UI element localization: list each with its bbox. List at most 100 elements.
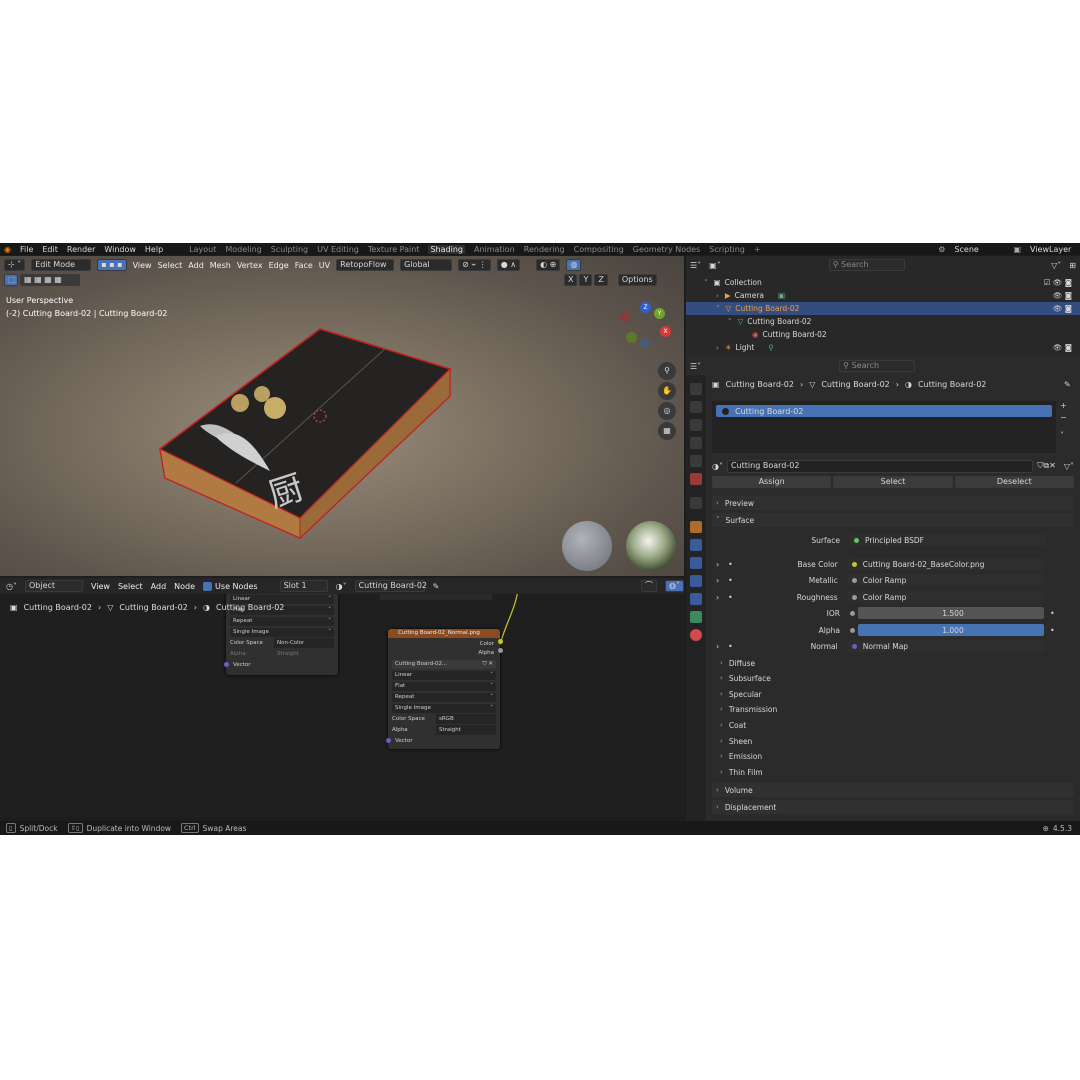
breadcrumb-mesh[interactable]: Cutting Board-02	[119, 603, 187, 612]
material-browse-icon[interactable]: ◑˅	[712, 462, 723, 471]
material-name-input[interactable]: Cutting Board-02	[726, 459, 1034, 473]
expand-chevron-icon[interactable]: ›	[716, 576, 728, 585]
visibility-icons[interactable]: 👁 ◙	[1053, 291, 1072, 300]
subpanel-sheen[interactable]: › Sheen	[720, 734, 752, 748]
menu-uv[interactable]: UV	[319, 261, 330, 270]
node2-projection[interactable]: Flat ˅	[392, 682, 496, 691]
node1-extension[interactable]: Repeat ˅	[230, 617, 334, 626]
ortho-grid-icon[interactable]: ▦	[658, 422, 676, 440]
expand-chevron-icon[interactable]: ›	[716, 642, 728, 651]
menu-file[interactable]: File	[20, 245, 33, 254]
node2-interpolation[interactable]: Linear ˅	[392, 671, 496, 680]
options-button[interactable]: Options	[617, 274, 657, 286]
normal-field[interactable]: Normal Map	[847, 640, 1044, 652]
node1-source[interactable]: Single Image ˅	[230, 628, 334, 637]
menu-add[interactable]: Add	[151, 582, 167, 591]
gizmo-z[interactable]: Z	[640, 302, 651, 313]
outliner-mesh-data[interactable]: ˅ ▽ Cutting Board-02	[686, 315, 1080, 328]
material-tab-icon[interactable]	[690, 629, 702, 641]
shader-type-select[interactable]: Object	[24, 580, 83, 592]
assign-button[interactable]: Assign	[712, 475, 832, 488]
filter-icon[interactable]: ▽˅	[1051, 261, 1061, 270]
mirror-x[interactable]: X	[564, 274, 578, 286]
keyframe-dot-icon[interactable]: •	[1050, 609, 1055, 618]
node2-alpha[interactable]: Straight	[436, 725, 496, 735]
breadcrumb-object[interactable]: Cutting Board-02	[24, 603, 92, 612]
view-layer-tab-icon[interactable]	[690, 437, 702, 449]
volume-panel-header[interactable]: › Volume	[712, 783, 1074, 797]
image-texture-node-normal[interactable]: Cutting Board-02_Normal.png Color Alpha …	[386, 629, 503, 749]
pivot-snap-icons[interactable]: ⊘ ⌁ ⋮	[458, 259, 491, 271]
scene-name[interactable]: Scene	[954, 245, 1004, 254]
metallic-field[interactable]: Color Ramp	[847, 574, 1044, 586]
material-slot-item[interactable]: Cutting Board-02	[716, 405, 1052, 417]
alpha-field[interactable]: 1.000	[858, 624, 1044, 636]
output-tab-icon[interactable]	[690, 419, 702, 431]
constraints-tab-icon[interactable]	[690, 593, 702, 605]
color-socket-icon[interactable]	[498, 639, 503, 644]
pin-icon[interactable]: ✎	[433, 582, 440, 591]
editor-type-icon[interactable]: ☰˅	[690, 362, 701, 371]
camera-view-icon[interactable]: ◎	[658, 402, 676, 420]
scene-tab-icon[interactable]	[690, 455, 702, 467]
add-workspace-icon[interactable]: +	[754, 245, 761, 254]
transform-orientation-select[interactable]: Global	[400, 259, 453, 271]
vector-socket-icon[interactable]	[386, 738, 391, 743]
base-color-field[interactable]: Cutting Board-02_BaseColor.png	[847, 558, 1044, 570]
view-layer-name[interactable]: ViewLayer	[1030, 245, 1080, 254]
tab-layout[interactable]: Layout	[189, 245, 216, 254]
node-tree-icon[interactable]: ▽˅	[1064, 462, 1074, 471]
shading-icon[interactable]: ◍	[566, 259, 582, 271]
node2-header[interactable]: Cutting Board-02_Normal.png	[388, 629, 500, 638]
tab-rendering[interactable]: Rendering	[524, 245, 565, 254]
expand-chevron-icon[interactable]: ›	[716, 593, 728, 602]
3d-viewport[interactable]: User Perspective (-2) Cutting Board-02 |…	[0, 256, 684, 576]
node-overlay-toggle[interactable]: ◍˅	[665, 580, 684, 592]
tab-compositing[interactable]: Compositing	[574, 245, 624, 254]
displacement-panel-header[interactable]: › Displacement	[712, 800, 1074, 814]
gizmo-neg-y[interactable]	[626, 332, 637, 343]
blender-logo-icon[interactable]: ◉	[4, 245, 11, 254]
data-tab-icon[interactable]	[690, 611, 702, 623]
tool-tab-icon[interactable]	[690, 383, 702, 395]
navigation-gizmo[interactable]: Z Y X	[612, 302, 678, 362]
properties-search[interactable]: ⚲ Search	[839, 360, 916, 372]
slot-add-icon[interactable]: +	[1060, 401, 1067, 410]
material-name-field[interactable]: Cutting Board-02	[354, 580, 427, 592]
node1-color-space[interactable]: Non-Color	[274, 638, 334, 648]
node-overlay-icon[interactable]: ⌒	[641, 580, 658, 592]
object-tab-icon[interactable]	[690, 521, 702, 533]
node2-extension[interactable]: Repeat ˅	[392, 693, 496, 702]
menu-vertex[interactable]: Vertex	[237, 261, 263, 270]
pin-icon[interactable]: ✎	[1064, 380, 1071, 389]
outliner-cutting-board[interactable]: ˅ ▽ Cutting Board-02 👁 ◙	[686, 302, 1080, 315]
new-collection-icon[interactable]: ⊞	[1069, 261, 1076, 270]
menu-view[interactable]: View	[133, 261, 152, 270]
retopoflow-menu[interactable]: RetopoFlow	[336, 259, 395, 271]
subpanel-diffuse[interactable]: › Diffuse	[720, 656, 755, 670]
menu-face[interactable]: Face	[295, 261, 313, 270]
outliner-search[interactable]: ⚲ Search	[828, 259, 905, 271]
node1-alpha[interactable]: Straight	[274, 649, 334, 659]
tab-geometry-nodes[interactable]: Geometry Nodes	[633, 245, 700, 254]
select-box-icon[interactable]: ⬚	[4, 274, 18, 286]
visibility-icons[interactable]: 👁 ◙	[1053, 304, 1072, 313]
outliner[interactable]: ☰˅ ▣˅ ⚲ Search ▽˅ ⊞ ˅ ▣ Collection ☑ 👁 ◙ › ▶…	[686, 256, 1080, 357]
editor-type-button[interactable]: ⊹ ˅	[4, 259, 26, 271]
gizmo-neg-z[interactable]	[640, 338, 650, 348]
menu-edge[interactable]: Edge	[269, 261, 289, 270]
outliner-light[interactable]: › ☀ Light ⚲ 👁 ◙	[686, 341, 1080, 354]
select-mode-buttons[interactable]: ▪ ▪ ▪	[97, 259, 127, 271]
properties-editor[interactable]: ☰˅ ⚲ Search ▣ Cutting Board-02 › ▽ Cutti…	[686, 357, 1080, 821]
shader-node-editor[interactable]: ▣ Cutting Board-02 › ▽ Cutting Board-02 …	[0, 577, 684, 817]
slot-select[interactable]: Slot 1	[279, 580, 328, 592]
mirror-y[interactable]: Y	[579, 274, 593, 286]
vector-socket-icon[interactable]	[224, 662, 229, 667]
alpha-socket-icon[interactable]	[498, 648, 503, 653]
surface-panel-header[interactable]: ˅ Surface	[712, 513, 1074, 527]
display-mode-icon[interactable]: ▣˅	[709, 261, 721, 270]
menu-render[interactable]: Render	[67, 245, 95, 254]
menu-select[interactable]: Select	[158, 261, 183, 270]
tab-sculpting[interactable]: Sculpting	[271, 245, 308, 254]
tab-scripting[interactable]: Scripting	[709, 245, 745, 254]
